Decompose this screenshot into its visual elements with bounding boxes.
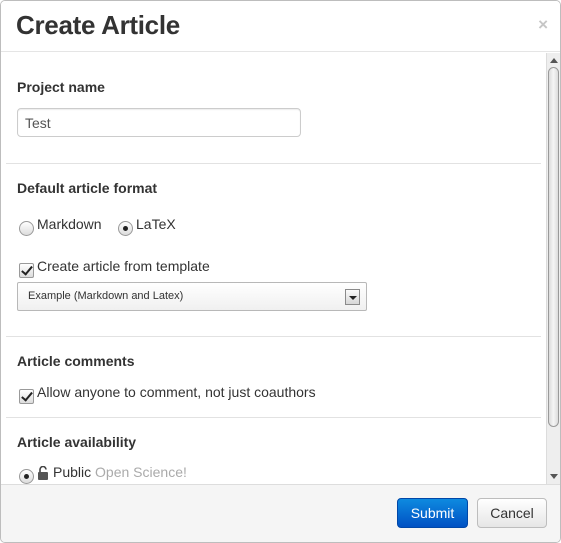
dialog-footer: Submit Cancel (1, 484, 560, 542)
project-name-heading: Project name (17, 79, 105, 95)
public-label: Public (53, 464, 92, 480)
submit-button[interactable]: Submit (397, 498, 468, 528)
article-availability-heading: Article availability (17, 434, 137, 450)
dialog-title: Create Article (16, 10, 180, 40)
article-format-heading: Default article format (17, 180, 158, 196)
divider (6, 417, 541, 418)
public-radio[interactable] (19, 469, 34, 484)
latex-radio[interactable] (118, 221, 133, 236)
open-science-note: Open Science! (95, 464, 187, 480)
vertical-scrollbar[interactable] (546, 53, 560, 484)
template-checkbox[interactable] (19, 263, 34, 278)
scrollbar-thumb[interactable] (548, 67, 559, 427)
unlocked-padlock-icon (38, 466, 48, 480)
scroll-up-icon[interactable] (547, 55, 560, 67)
markdown-radio[interactable] (19, 221, 34, 236)
public-option-label: Public Open Science! (53, 464, 187, 480)
template-select[interactable]: Example (Markdown and Latex) (17, 282, 367, 311)
close-icon[interactable]: × (538, 16, 548, 33)
allow-comments-checkbox[interactable] (19, 389, 34, 404)
template-select-value: Example (Markdown and Latex) (28, 290, 184, 302)
divider (6, 163, 541, 164)
chevron-down-icon[interactable] (345, 289, 360, 305)
dialog-header: Create Article × (1, 1, 560, 52)
create-article-dialog: Create Article × Project name Default ar… (0, 0, 561, 543)
markdown-label: Markdown (37, 216, 102, 232)
latex-label: LaTeX (136, 216, 176, 232)
scroll-down-icon[interactable] (547, 470, 560, 482)
project-name-input[interactable] (17, 108, 301, 137)
divider (6, 336, 541, 337)
article-comments-heading: Article comments (17, 353, 135, 369)
template-checkbox-label: Create article from template (37, 258, 210, 274)
allow-comments-label: Allow anyone to comment, not just coauth… (37, 384, 316, 400)
dialog-body: Project name Default article format Mark… (1, 53, 546, 484)
cancel-button[interactable]: Cancel (477, 498, 547, 528)
